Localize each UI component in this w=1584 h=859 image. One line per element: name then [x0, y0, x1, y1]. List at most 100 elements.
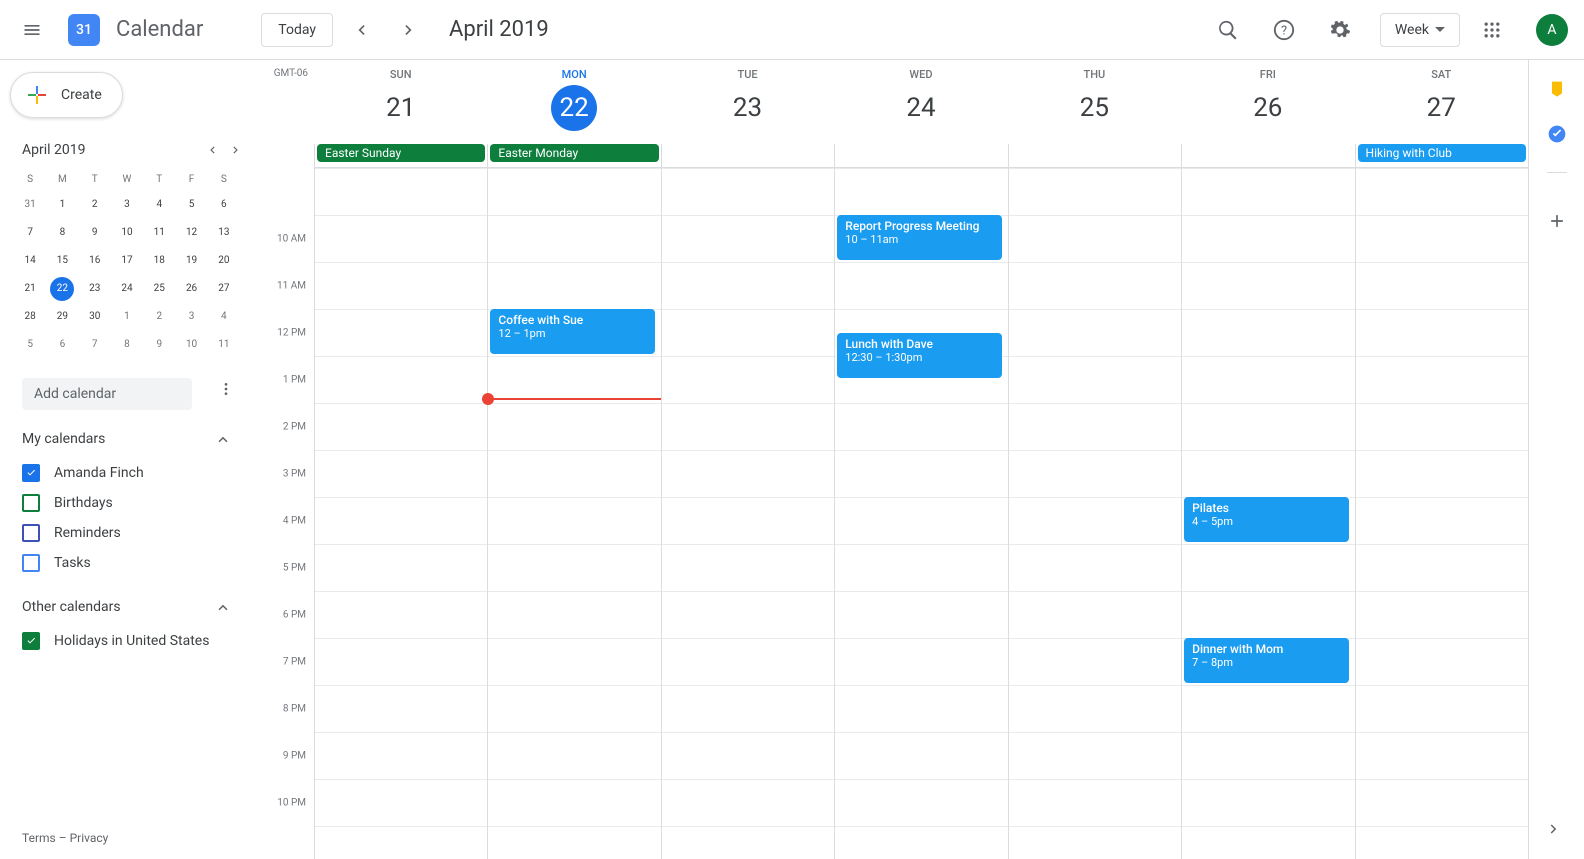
mini-day-cell[interactable]: 15 [50, 249, 74, 273]
keep-icon[interactable] [1547, 80, 1567, 100]
day-column[interactable] [314, 168, 487, 859]
mini-day-cell[interactable]: 30 [83, 305, 107, 329]
mini-day-cell[interactable]: 5 [18, 333, 42, 357]
search-button[interactable] [1208, 10, 1248, 50]
day-column[interactable] [1355, 168, 1528, 859]
tasks-icon[interactable] [1547, 124, 1567, 144]
main-menu-button[interactable] [8, 6, 56, 54]
privacy-link[interactable]: Privacy [70, 831, 109, 845]
mini-day-cell[interactable]: 4 [147, 193, 171, 217]
calendar-event[interactable]: Coffee with Sue12 – 1pm [490, 309, 654, 354]
day-header[interactable]: THU25 [1008, 60, 1181, 144]
today-button[interactable]: Today [261, 13, 333, 47]
calendar-event[interactable]: Report Progress Meeting10 – 11am [837, 215, 1001, 260]
mini-day-cell[interactable]: 21 [18, 277, 42, 301]
day-header[interactable]: MON22 [487, 60, 660, 144]
day-column[interactable]: Coffee with Sue12 – 1pm [487, 168, 660, 859]
calendar-checkbox[interactable] [22, 494, 40, 512]
mini-day-cell[interactable]: 26 [180, 277, 204, 301]
next-period-button[interactable] [393, 14, 425, 46]
mini-day-cell[interactable]: 2 [147, 305, 171, 329]
mini-day-cell[interactable]: 27 [212, 277, 236, 301]
mini-day-cell[interactable]: 6 [212, 193, 236, 217]
calendar-item[interactable]: Birthdays [22, 488, 232, 518]
settings-button[interactable] [1320, 10, 1360, 50]
day-column[interactable] [1008, 168, 1181, 859]
day-column[interactable]: Report Progress Meeting10 – 11am Lunch wi… [834, 168, 1007, 859]
view-selector[interactable]: Week [1380, 13, 1460, 47]
day-header[interactable]: TUE23 [661, 60, 834, 144]
mini-day-cell[interactable]: 19 [180, 249, 204, 273]
mini-day-cell[interactable]: 31 [18, 193, 42, 217]
mini-next-button[interactable] [224, 138, 248, 162]
mini-day-cell[interactable]: 18 [147, 249, 171, 273]
mini-day-cell[interactable]: 10 [115, 221, 139, 245]
mini-day-cell[interactable]: 9 [147, 333, 171, 357]
mini-day-cell[interactable]: 1 [50, 193, 74, 217]
calendar-checkbox[interactable] [22, 632, 40, 650]
mini-day-cell[interactable]: 2 [83, 193, 107, 217]
allday-event[interactable]: Hiking with Club [1358, 144, 1526, 162]
day-header[interactable]: SUN21 [314, 60, 487, 144]
terms-link[interactable]: Terms [22, 831, 56, 845]
week-grid[interactable]: Coffee with Sue12 – 1pm Report Progress M… [314, 168, 1528, 859]
day-header[interactable]: FRI26 [1181, 60, 1354, 144]
allday-event[interactable]: Easter Sunday [317, 144, 485, 162]
calendar-event[interactable]: Lunch with Dave12:30 – 1:30pm [837, 333, 1001, 378]
mini-day-cell[interactable]: 22 [50, 277, 74, 301]
calendar-event[interactable]: Pilates4 – 5pm [1184, 497, 1348, 542]
my-calendars-toggle[interactable]: My calendars [22, 430, 232, 448]
calendar-options-button[interactable] [214, 377, 238, 401]
allday-cell[interactable]: Easter Monday [487, 144, 660, 167]
add-calendar-input[interactable]: Add calendar [22, 378, 192, 410]
mini-day-cell[interactable]: 14 [18, 249, 42, 273]
help-button[interactable]: ? [1264, 10, 1304, 50]
account-avatar[interactable]: A [1536, 14, 1568, 46]
mini-day-cell[interactable]: 8 [50, 221, 74, 245]
allday-cell[interactable] [661, 144, 834, 167]
allday-cell[interactable]: Hiking with Club [1355, 144, 1528, 167]
day-header[interactable]: WED24 [834, 60, 1007, 144]
mini-day-cell[interactable]: 7 [83, 333, 107, 357]
allday-cell[interactable] [834, 144, 1007, 167]
mini-day-cell[interactable]: 29 [50, 305, 74, 329]
apps-button[interactable] [1472, 10, 1512, 50]
mini-day-cell[interactable]: 17 [115, 249, 139, 273]
calendar-event[interactable]: Dinner with Mom7 – 8pm [1184, 638, 1348, 683]
mini-day-cell[interactable]: 6 [50, 333, 74, 357]
mini-day-cell[interactable]: 11 [147, 221, 171, 245]
allday-cell[interactable]: Easter Sunday [314, 144, 487, 167]
allday-cell[interactable] [1181, 144, 1354, 167]
mini-day-cell[interactable]: 13 [212, 221, 236, 245]
mini-day-cell[interactable]: 24 [115, 277, 139, 301]
mini-day-cell[interactable]: 10 [180, 333, 204, 357]
mini-day-cell[interactable]: 20 [212, 249, 236, 273]
calendar-item[interactable]: Reminders [22, 518, 232, 548]
mini-day-cell[interactable]: 23 [83, 277, 107, 301]
mini-day-cell[interactable]: 16 [83, 249, 107, 273]
mini-day-cell[interactable]: 7 [18, 221, 42, 245]
calendar-item[interactable]: Holidays in United States [22, 626, 232, 656]
mini-day-cell[interactable]: 1 [115, 305, 139, 329]
mini-day-cell[interactable]: 5 [180, 193, 204, 217]
calendar-item[interactable]: Tasks [22, 548, 232, 578]
add-addon-button[interactable] [1537, 201, 1577, 241]
mini-prev-button[interactable] [200, 138, 224, 162]
mini-day-cell[interactable]: 9 [83, 221, 107, 245]
collapse-panel-button[interactable] [1538, 813, 1570, 845]
mini-day-cell[interactable]: 8 [115, 333, 139, 357]
allday-cell[interactable] [1008, 144, 1181, 167]
mini-day-cell[interactable]: 3 [115, 193, 139, 217]
calendar-checkbox[interactable] [22, 554, 40, 572]
create-button[interactable]: Create [10, 72, 123, 118]
mini-day-cell[interactable]: 28 [18, 305, 42, 329]
prev-period-button[interactable] [345, 14, 377, 46]
calendar-checkbox[interactable] [22, 524, 40, 542]
day-column[interactable]: Pilates4 – 5pm Dinner with Mom7 – 8pm [1181, 168, 1354, 859]
day-header[interactable]: SAT27 [1355, 60, 1528, 144]
day-column[interactable] [661, 168, 834, 859]
mini-day-cell[interactable]: 3 [180, 305, 204, 329]
mini-day-cell[interactable]: 12 [180, 221, 204, 245]
calendar-item[interactable]: Amanda Finch [22, 458, 232, 488]
other-calendars-toggle[interactable]: Other calendars [22, 598, 232, 616]
